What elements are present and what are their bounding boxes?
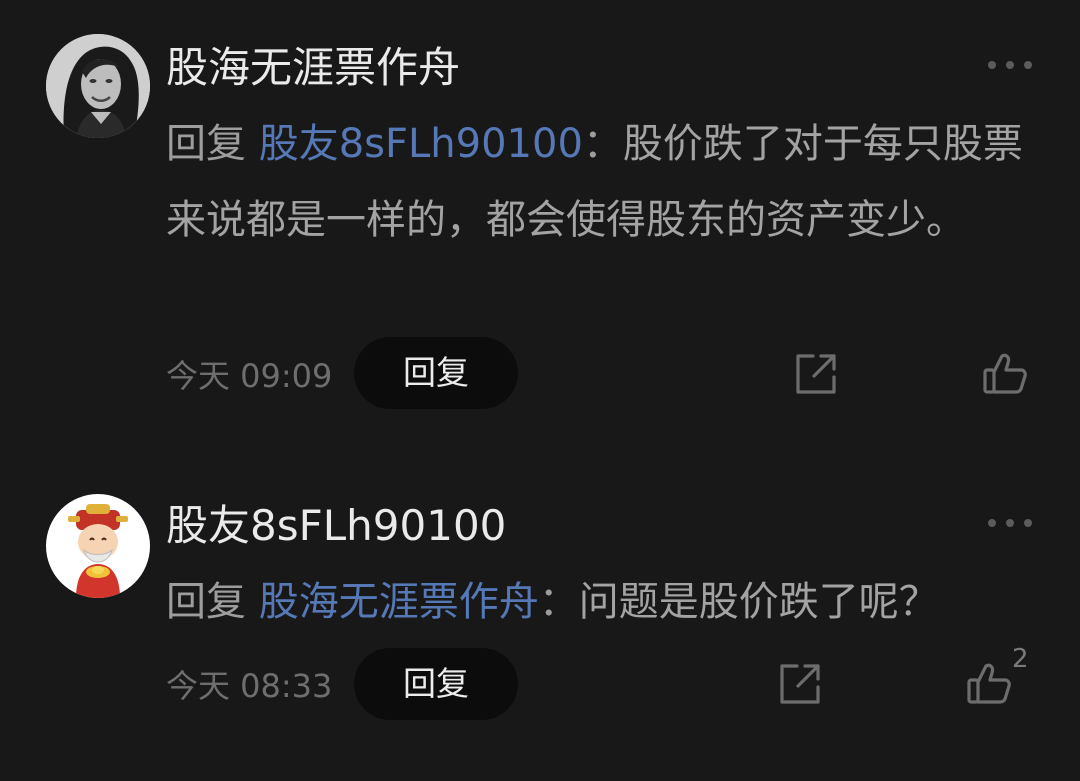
share-icon[interactable] [794, 352, 838, 396]
comment-content: 问题是股价跌了呢？ [578, 579, 939, 625]
comment-item: 股海无涯票作舟 回复 股友8sFLh90100：股价跌了对于每只股票来说都是一样… [0, 0, 1080, 440]
comment-body: 回复 股海无涯票作舟：问题是股价跌了呢？ [166, 564, 1036, 640]
comment-body: 回复 股友8sFLh90100：股价跌了对于每只股票来说都是一样的，都会使得股东… [166, 106, 1036, 258]
comment-timestamp: 今天 09:09 [166, 357, 333, 395]
mention-link[interactable]: 股海无涯票作舟 [259, 579, 539, 625]
like-count: 2 [1012, 644, 1029, 674]
like-control[interactable]: 2 [966, 644, 1042, 720]
comment-timestamp: 今天 08:33 [166, 667, 333, 705]
user-avatar[interactable] [46, 494, 150, 598]
reply-prefix: 回复 [166, 121, 259, 167]
like-control[interactable] [982, 350, 1058, 410]
thumbs-up-icon[interactable] [966, 660, 1012, 706]
comment-username[interactable]: 股友8sFLh90100 [166, 496, 506, 556]
user-avatar[interactable] [46, 34, 150, 138]
grayscale-woman-portrait-avatar-icon [46, 34, 150, 138]
thumbs-up-icon[interactable] [982, 350, 1028, 396]
mention-separator: ： [538, 579, 579, 625]
mention-link[interactable]: 股友8sFLh90100 [259, 121, 583, 167]
share-icon[interactable] [778, 662, 822, 706]
reply-button[interactable]: 回复 [354, 337, 518, 409]
fortune-god-cartoon-avatar-icon [46, 494, 150, 598]
mention-separator: ： [582, 121, 623, 167]
more-dots-icon[interactable] [988, 516, 1032, 530]
reply-button[interactable]: 回复 [354, 648, 518, 720]
comment-item: 股友8sFLh90100 回复 股海无涯票作舟：问题是股价跌了呢？ 今天 08:… [0, 440, 1080, 781]
comment-username[interactable]: 股海无涯票作舟 [166, 38, 460, 98]
reply-prefix: 回复 [166, 579, 259, 625]
more-dots-icon[interactable] [988, 58, 1032, 72]
